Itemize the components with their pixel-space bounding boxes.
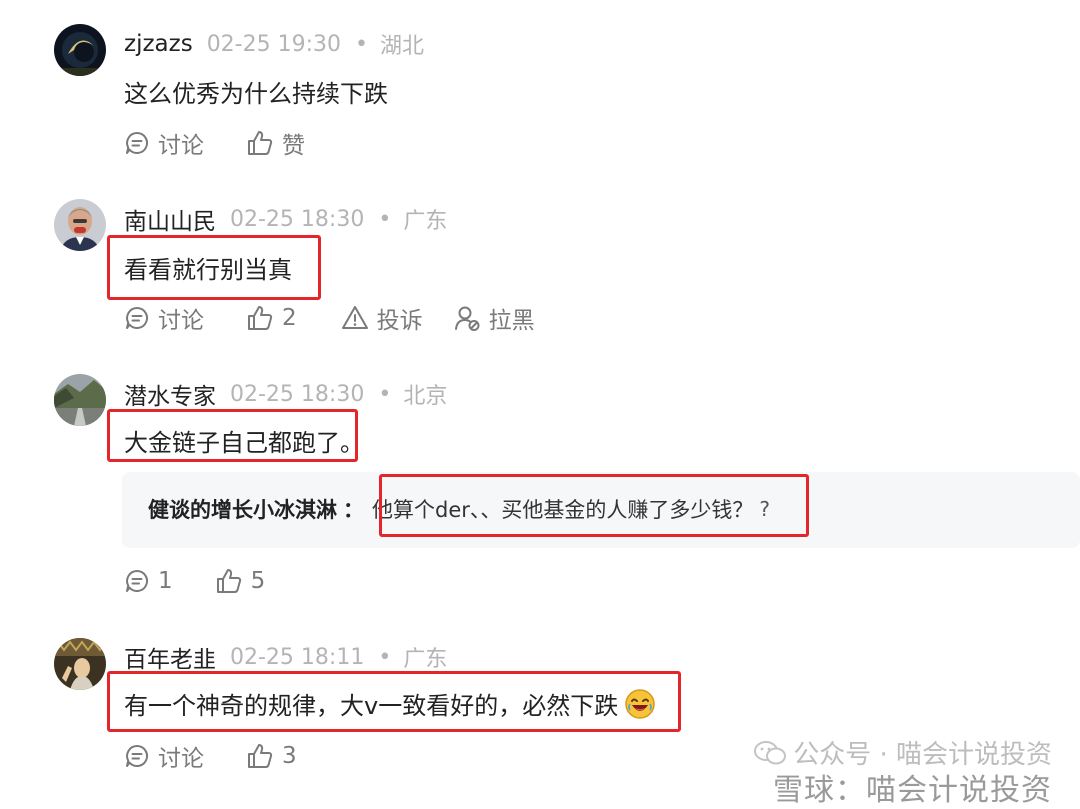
comment-icon: [126, 132, 148, 154]
discuss-label: 讨论: [158, 308, 204, 334]
comment-text: 这么优秀为什么持续下跌: [124, 80, 388, 108]
like-count: 3: [282, 743, 297, 769]
discuss-button[interactable]: 1: [124, 568, 173, 594]
like-button[interactable]: 3: [246, 742, 297, 770]
watermark-line2: 雪球：喵会计说投资: [773, 773, 1052, 808]
comment-1: zjzazs 02-25 19:30 • 湖北 这么优秀为什么持续下跌 讨论 赞: [0, 0, 1080, 180]
separator-dot: •: [378, 206, 392, 232]
block-label: 拉黑: [488, 308, 535, 334]
discuss-button[interactable]: 讨论: [124, 126, 204, 160]
thumbs-up-icon: [248, 744, 273, 768]
location: 广东: [403, 209, 448, 234]
comment-meta: 南山山民 02-25 18:30 • 广东: [124, 201, 447, 237]
avatar[interactable]: [54, 374, 106, 426]
thumbs-up-icon: [216, 569, 241, 593]
username[interactable]: 潜水专家: [124, 377, 216, 411]
comment-meta: zjzazs 02-25 19:30 • 湖北: [124, 26, 424, 62]
username[interactable]: zjzazs: [124, 31, 193, 57]
location: 广东: [403, 647, 448, 672]
comment-2: 南山山民 02-25 18:30 • 广东 看看就行别当真 讨论 2 投诉 拉黑: [0, 180, 1080, 350]
timestamp: 02-25 19:30: [206, 31, 342, 57]
discuss-button[interactable]: 讨论: [124, 739, 204, 773]
comment-icon: [126, 307, 148, 329]
discuss-count: 1: [158, 568, 173, 594]
reply-colon: ：: [343, 498, 364, 522]
highlight-box: [107, 671, 681, 732]
report-label: 投诉: [376, 308, 423, 334]
comment-actions: 讨论 2 投诉 拉黑: [124, 298, 565, 338]
username[interactable]: 南山山民: [124, 202, 216, 236]
location: 湖北: [380, 34, 425, 59]
like-count: 5: [250, 568, 266, 594]
discuss-button[interactable]: 讨论: [124, 301, 204, 335]
watermark: 公众号 · 喵会计说投资 雪球：喵会计说投资: [753, 734, 1052, 809]
warning-icon: [341, 306, 368, 329]
timestamp: 02-25 18:30: [230, 381, 365, 407]
comment-actions: 讨论 赞: [124, 123, 335, 163]
comment-meta: 潜水专家 02-25 18:30 • 北京: [124, 376, 447, 412]
avatar[interactable]: [54, 24, 106, 76]
location: 北京: [403, 384, 448, 409]
discuss-label: 讨论: [158, 133, 204, 159]
discuss-label: 讨论: [158, 746, 204, 772]
comment-icon: [126, 745, 148, 767]
block-user-icon: [454, 306, 480, 331]
highlight-box: [379, 474, 809, 537]
thumbs-up-icon: [248, 131, 273, 155]
like-button[interactable]: 5: [215, 567, 266, 595]
thumbs-up-icon: [248, 306, 273, 330]
avatar[interactable]: [54, 199, 106, 251]
username[interactable]: 百年老韭: [124, 640, 216, 674]
separator-dot: •: [355, 31, 368, 57]
like-button[interactable]: 赞: [246, 126, 305, 160]
report-button[interactable]: 投诉: [341, 301, 423, 335]
comment-actions: 讨论 3: [124, 736, 327, 776]
separator-dot: •: [378, 381, 392, 407]
highlight-box: [107, 409, 358, 462]
like-count: 2: [282, 305, 297, 331]
highlight-box: [107, 235, 321, 300]
wechat-icon: [754, 740, 787, 764]
avatar[interactable]: [54, 638, 106, 690]
reply-username[interactable]: 健谈的增长小冰淇淋: [148, 494, 337, 524]
timestamp: 02-25 18:30: [230, 206, 365, 232]
comment-icon: [126, 570, 148, 592]
like-label: 赞: [282, 133, 305, 159]
like-button[interactable]: 2: [246, 304, 297, 332]
separator-dot: •: [378, 644, 392, 670]
block-button[interactable]: 拉黑: [453, 301, 535, 335]
comment-actions: 1 5: [124, 561, 295, 601]
timestamp: 02-25 18:11: [230, 644, 365, 670]
comment-meta: 百年老韭 02-25 18:11 • 广东: [124, 639, 447, 675]
